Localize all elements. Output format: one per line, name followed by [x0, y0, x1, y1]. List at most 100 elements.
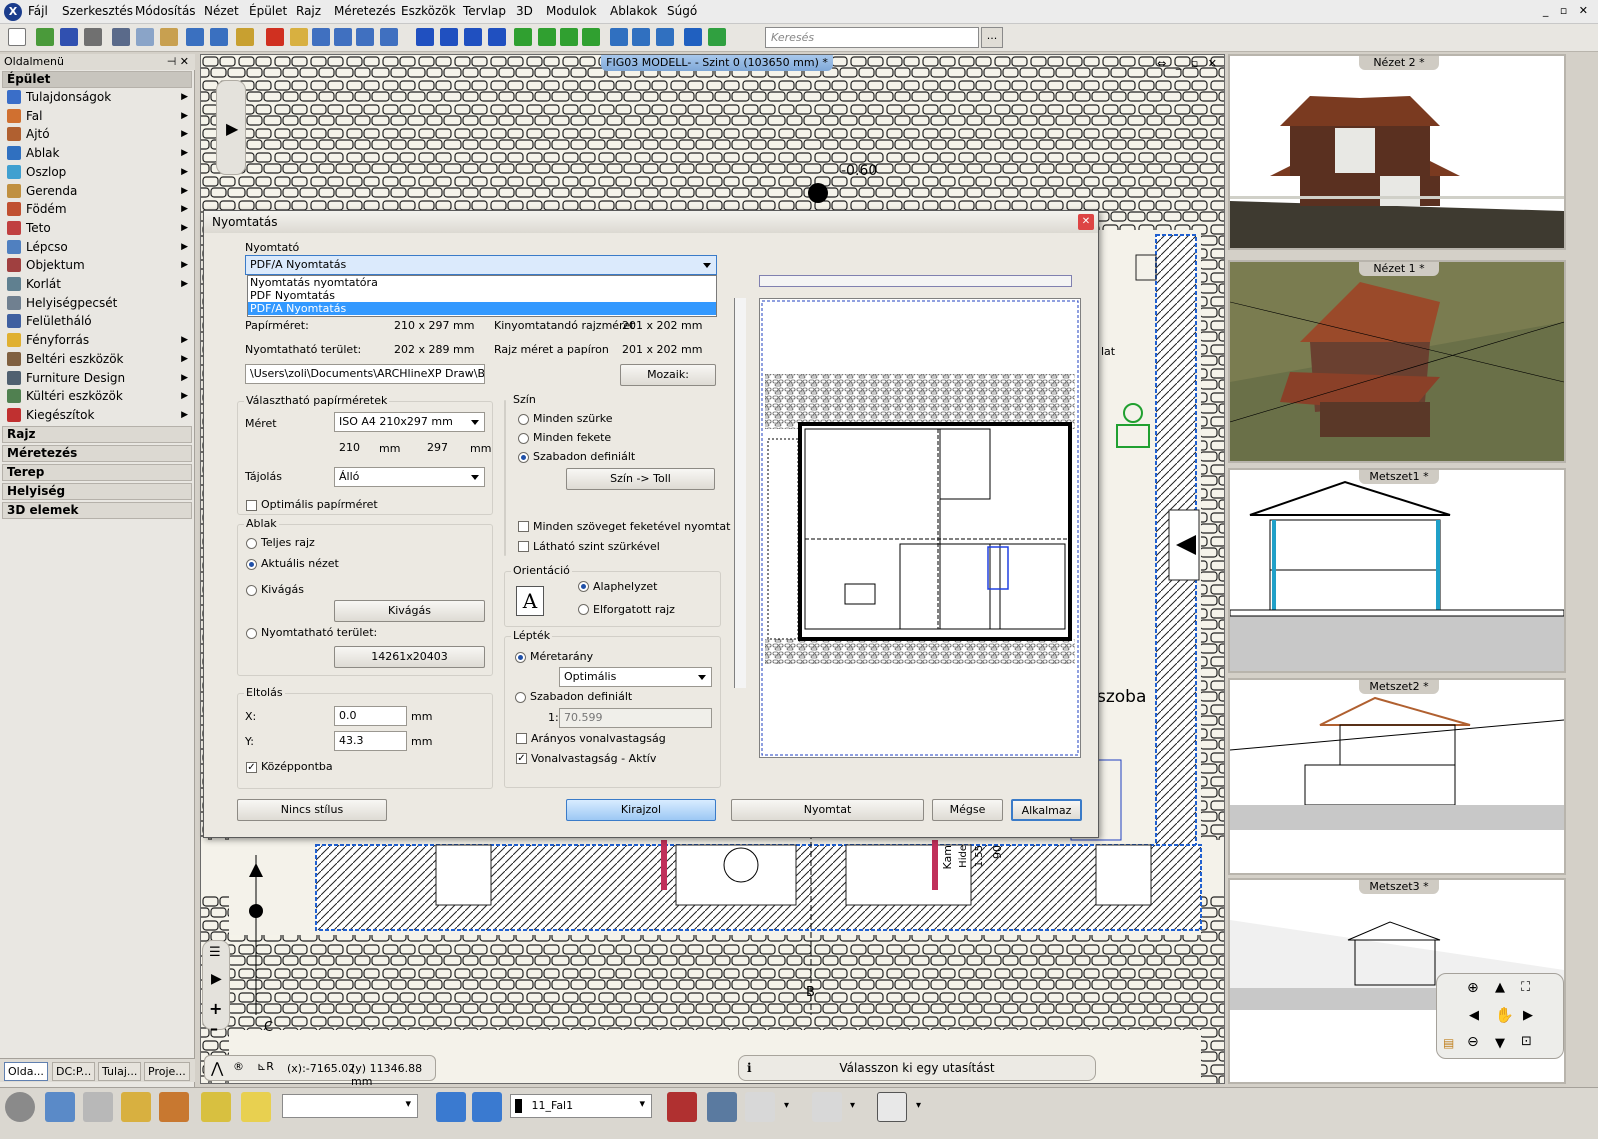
view-title[interactable]: Metszet1 *: [1359, 470, 1439, 484]
fill-style-icon[interactable]: [877, 1092, 907, 1122]
search-button[interactable]: ...: [981, 27, 1003, 48]
printer-option[interactable]: Nyomtatás nyomtatóra: [248, 276, 716, 289]
undo-icon[interactable]: [186, 28, 204, 46]
settings-gear-icon[interactable]: [5, 1092, 35, 1122]
full-drawing-radio[interactable]: [246, 538, 257, 549]
zoom-in-icon[interactable]: ⊕: [1467, 980, 1479, 996]
menu-tools[interactable]: Eszközök: [401, 4, 456, 18]
delete-icon[interactable]: [266, 28, 284, 46]
dialog-titlebar[interactable]: Nyomtatás: [204, 211, 1098, 233]
group-icon[interactable]: [610, 28, 628, 46]
layer-down-icon[interactable]: [472, 1092, 502, 1122]
frame-icon[interactable]: [380, 28, 398, 46]
sidebar-item[interactable]: Beltéri eszközök ▶: [2, 350, 192, 368]
open-icon[interactable]: [36, 28, 54, 46]
sidebar-item[interactable]: Fényforrás ▶: [2, 331, 192, 349]
brush-icon[interactable]: [121, 1092, 151, 1122]
menu-dimension[interactable]: Méretezés: [334, 4, 396, 18]
flag-icon[interactable]: [684, 28, 702, 46]
scale-copy-icon[interactable]: [582, 28, 600, 46]
menu-3d[interactable]: 3D: [516, 4, 533, 18]
select-cursor-icon[interactable]: [241, 1092, 271, 1122]
brush-icon[interactable]: [236, 28, 254, 46]
view-navigation-panel[interactable]: ⊕ ▲ ⛶ ◀ ✋ ▶ ▤ ⊖ ▼ ⊡: [1436, 973, 1564, 1059]
eraser-icon[interactable]: [290, 28, 308, 46]
section-3d-elements[interactable]: 3D elemek: [2, 502, 192, 519]
view-panel-2[interactable]: Nézet 1 *: [1228, 260, 1566, 463]
sidebar-item[interactable]: Tulajdonságok ▶: [2, 88, 192, 106]
extend-icon[interactable]: [334, 28, 352, 46]
layer-dropdown[interactable]: 11_Fal1 ▾: [510, 1094, 652, 1118]
arrow-style-icon[interactable]: [812, 1092, 842, 1122]
section-building[interactable]: Épület: [2, 71, 192, 88]
paste-icon[interactable]: [160, 28, 178, 46]
sidebar-item[interactable]: Furniture Design ▶: [2, 369, 192, 387]
orientation-select[interactable]: Álló: [334, 467, 485, 487]
printer-select[interactable]: PDF/A Nyomtatás: [245, 255, 717, 275]
redo-icon[interactable]: [83, 1092, 113, 1122]
view-panel-4[interactable]: Metszet2 *: [1228, 678, 1566, 875]
chevron-down-icon[interactable]: ▾: [850, 1100, 855, 1111]
cutout-button[interactable]: Kivágás: [334, 600, 485, 622]
sidebar-controls[interactable]: ⊣ ✕: [167, 55, 189, 68]
current-view-radio[interactable]: [246, 559, 257, 570]
new-file-icon[interactable]: [8, 28, 26, 46]
optimal-paper-checkbox[interactable]: [246, 500, 257, 511]
menu-view[interactable]: Nézet: [204, 4, 239, 18]
menu-help[interactable]: Súgó: [667, 4, 697, 18]
mosaic-button[interactable]: Mozaik:: [620, 364, 716, 386]
all-text-black-checkbox[interactable]: [518, 521, 529, 532]
all-black-radio[interactable]: [518, 433, 529, 444]
tab-properties[interactable]: Tulaj...: [98, 1062, 142, 1081]
layer-up-icon[interactable]: [436, 1092, 466, 1122]
line-type-icon[interactable]: [745, 1092, 775, 1122]
drawing-tab-title[interactable]: FIG03 MODELL- - Szint 0 (103650 mm) *: [601, 55, 833, 71]
rotate-icon[interactable]: [464, 28, 482, 46]
sidebar-item[interactable]: Felületháló: [2, 312, 192, 330]
trim-icon[interactable]: [312, 28, 330, 46]
style-dropdown[interactable]: ▾: [282, 1094, 418, 1118]
layers-icon[interactable]: ▤: [1443, 1036, 1454, 1050]
cut-icon[interactable]: [112, 28, 130, 46]
print-icon[interactable]: [84, 28, 102, 46]
menu-modules[interactable]: Modulok: [546, 4, 597, 18]
view-title[interactable]: Metszet3 *: [1359, 880, 1439, 894]
all-gray-radio[interactable]: [518, 414, 529, 425]
rotated-radio[interactable]: [578, 604, 589, 615]
rotate-copy-icon[interactable]: [560, 28, 578, 46]
save-icon[interactable]: [60, 28, 78, 46]
menu-windows[interactable]: Ablakok: [610, 4, 657, 18]
sidebar-item[interactable]: Helyiségpecsét: [2, 294, 192, 312]
view-panel-1[interactable]: Nézet 2 *: [1228, 54, 1566, 250]
side-nav-panel[interactable]: ▶: [216, 80, 246, 175]
scale-free-radio[interactable]: [515, 692, 526, 703]
menu-edit[interactable]: Szerkesztés: [62, 4, 133, 18]
zoom-nav-panel[interactable]: ☰ ▶ + –: [202, 940, 230, 1038]
sidebar-item[interactable]: Gerenda ▶: [2, 182, 192, 200]
list-icon[interactable]: ☰: [209, 945, 221, 960]
cutout-radio[interactable]: [246, 585, 257, 596]
apply-button[interactable]: Alkalmaz: [1011, 799, 1082, 821]
relative-icon[interactable]: ⊾R: [257, 1060, 274, 1073]
layers-icon[interactable]: [656, 28, 674, 46]
snap-icon[interactable]: ⋀: [211, 1059, 223, 1077]
tab-design-center[interactable]: DC:P...: [52, 1062, 96, 1081]
sidebar-item[interactable]: Objektum ▶: [2, 256, 192, 274]
redo-icon[interactable]: [210, 28, 228, 46]
paper-height-field[interactable]: 297: [422, 438, 466, 458]
print-button[interactable]: Nyomtat: [731, 799, 924, 821]
view-panel-3[interactable]: Metszet1 *: [1228, 468, 1566, 673]
scale-select[interactable]: Optimális: [559, 667, 712, 687]
sidebar-item[interactable]: Oszlop ▶: [2, 163, 192, 181]
offset-y-field[interactable]: 43.3: [334, 731, 407, 751]
output-path-field[interactable]: \Users\zoli\Documents\ARCHlineXP Draw\Bl…: [245, 364, 485, 384]
ungroup-icon[interactable]: [632, 28, 650, 46]
offset-icon[interactable]: [356, 28, 374, 46]
hammer-icon[interactable]: [159, 1092, 189, 1122]
no-style-button[interactable]: Nincs stílus: [237, 799, 387, 821]
section-dimension[interactable]: Méretezés: [2, 445, 192, 462]
paper-size-select[interactable]: ISO A4 210x297 mm: [334, 412, 485, 432]
default-position-radio[interactable]: [578, 581, 589, 592]
offset-x-field[interactable]: 0.0: [334, 706, 407, 726]
visible-level-gray-checkbox[interactable]: [518, 541, 529, 552]
